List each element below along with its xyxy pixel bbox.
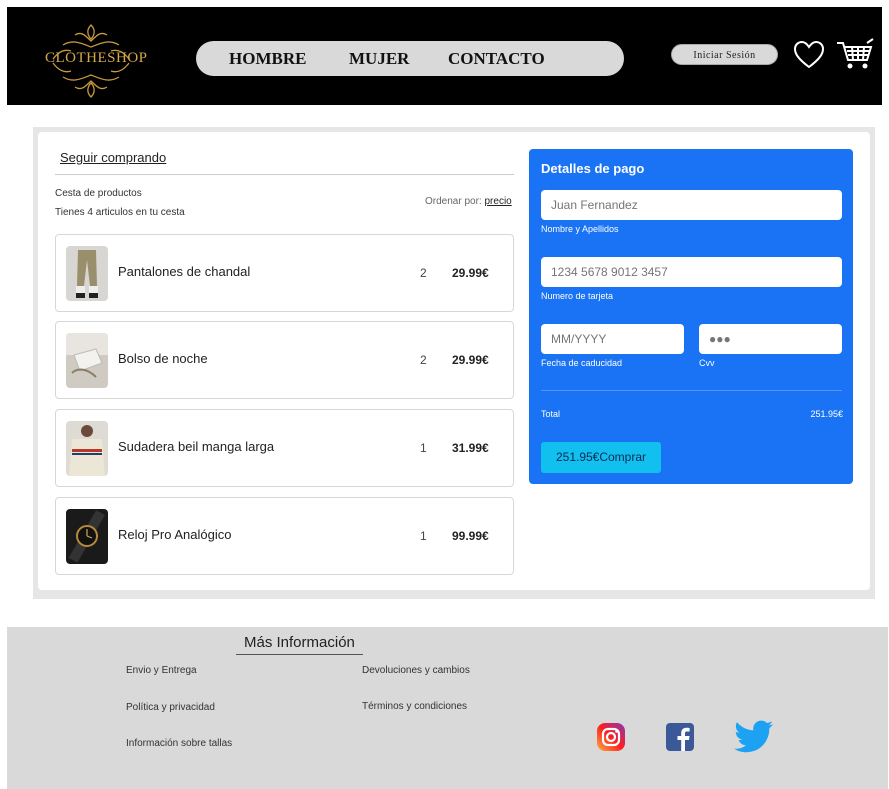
instagram-icon[interactable] (596, 722, 626, 752)
sort-price-link[interactable]: precio (484, 196, 511, 207)
twitter-icon[interactable] (734, 720, 774, 754)
product-image-watch (66, 509, 108, 564)
product-image-sweatshirt (66, 421, 108, 476)
nav-mujer[interactable]: MUJER (349, 49, 409, 69)
payment-panel: Detalles de pago Nombre y Apellidos Nume… (529, 149, 853, 484)
cart-item[interactable]: Bolso de noche 2 29.99€ (55, 321, 514, 399)
item-name: Reloj Pro Analógico (118, 527, 232, 542)
login-label: Iniciar Sesión (693, 50, 756, 61)
logo-text: CLOTHESHOP (45, 50, 148, 66)
product-image-pants (66, 246, 108, 301)
name-label: Nombre y Apellidos (541, 224, 619, 234)
card-number-input[interactable] (541, 257, 842, 287)
item-name: Sudadera beil manga larga (118, 439, 275, 454)
login-button[interactable]: Iniciar Sesión (671, 44, 778, 65)
footer-link-devoluciones[interactable]: Devoluciones y cambios (362, 665, 470, 676)
buy-label: 251.95€Comprar (555, 450, 647, 464)
name-input[interactable] (541, 190, 842, 220)
item-name: Bolso de noche (118, 351, 208, 366)
footer-link-privacidad[interactable]: Política y privacidad (126, 702, 215, 713)
divider (55, 174, 514, 175)
total-label: Total (541, 409, 561, 419)
item-quantity[interactable]: 1 (420, 529, 427, 543)
item-price: 29.99€ (452, 266, 489, 280)
product-image-bag (66, 333, 108, 388)
payment-divider (541, 390, 842, 391)
item-quantity[interactable]: 1 (420, 441, 427, 455)
footer-title: Más Información (236, 634, 363, 655)
sort-label: Ordenar por: (425, 196, 482, 207)
buy-button[interactable]: 251.95€Comprar (541, 442, 661, 473)
card-number-label: Numero de tarjeta (541, 291, 614, 301)
item-price: 29.99€ (452, 353, 489, 367)
cart-subtitle: Tienes 4 articulos en tu cesta (55, 207, 185, 218)
main-nav: HOMBRE MUJER CONTACTO (196, 41, 624, 76)
cvv-input[interactable] (699, 324, 842, 354)
cart-item[interactable]: Pantalones de chandal 2 29.99€ (55, 234, 514, 312)
item-quantity[interactable]: 2 (420, 266, 427, 280)
expiry-label: Fecha de caducidad (541, 358, 623, 368)
nav-hombre[interactable]: HOMBRE (229, 49, 306, 69)
payment-title: Detalles de pago (541, 161, 645, 176)
sort-control: Ordenar por: precio (425, 196, 512, 207)
total-value: 251.95€ (810, 409, 843, 419)
item-name: Pantalones de chandal (118, 264, 251, 279)
site-footer: Más Información Envio y Entrega Devoluci… (7, 627, 888, 789)
heart-icon[interactable] (793, 40, 825, 70)
cart-title: Cesta de productos (55, 188, 142, 199)
item-quantity[interactable]: 2 (420, 353, 427, 367)
footer-link-envio[interactable]: Envio y Entrega (126, 665, 197, 676)
nav-contacto[interactable]: CONTACTO (448, 49, 545, 69)
expiry-input[interactable] (541, 324, 684, 354)
cart-icon[interactable] (836, 38, 874, 72)
item-price: 99.99€ (452, 529, 489, 543)
cart-item[interactable]: Sudadera beil manga larga 1 31.99€ (55, 409, 514, 487)
logo[interactable]: CLOTHESHOP (45, 21, 148, 99)
continue-shopping-link[interactable]: Seguir comprando (60, 150, 166, 165)
item-price: 31.99€ (452, 441, 489, 455)
footer-link-terminos[interactable]: Términos y condiciones (362, 701, 467, 712)
cvv-label: Cvv (699, 358, 715, 368)
cart-item[interactable]: Reloj Pro Analógico 1 99.99€ (55, 497, 514, 575)
site-header: CLOTHESHOP HOMBRE MUJER CONTACTO Iniciar… (7, 7, 882, 105)
facebook-icon[interactable] (665, 722, 695, 752)
footer-link-tallas[interactable]: Información sobre tallas (126, 738, 232, 749)
